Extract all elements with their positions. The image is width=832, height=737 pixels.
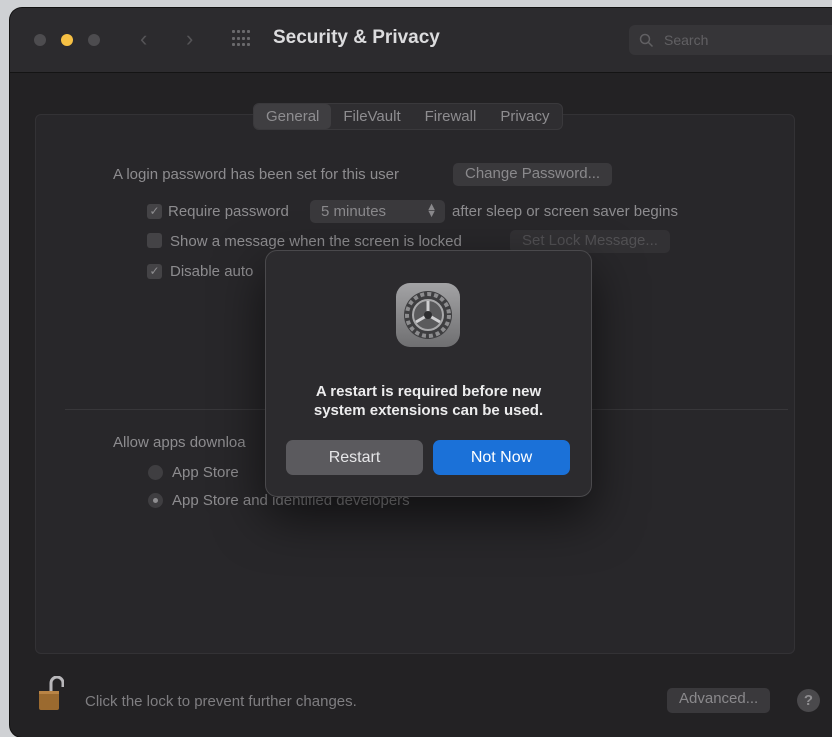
require-password-checkbox[interactable]: ✓ <box>147 204 162 219</box>
zoom-window-button[interactable] <box>88 34 100 46</box>
title-bar: ‹ › Security & Privacy Search <box>10 8 832 73</box>
tab-bar: General FileVault Firewall Privacy <box>253 103 563 130</box>
unlocked-padlock-icon[interactable] <box>38 676 64 712</box>
show-message-label: Show a message when the screen is locked <box>170 233 462 250</box>
search-icon <box>639 33 654 48</box>
help-button[interactable]: ? <box>797 689 820 712</box>
show-all-grid-icon[interactable] <box>232 30 252 48</box>
back-icon[interactable]: ‹ <box>140 26 147 52</box>
tab-filevault[interactable]: FileVault <box>331 104 412 129</box>
dialog-message-line-2: system extensions can be used. <box>313 402 544 419</box>
forward-icon[interactable]: › <box>186 26 193 52</box>
advanced-button[interactable]: Advanced... <box>667 688 771 713</box>
tab-general[interactable]: General <box>254 104 332 129</box>
window-title: Security & Privacy <box>273 27 440 48</box>
change-password-button[interactable]: Change Password... <box>453 163 613 186</box>
search-placeholder: Search <box>664 32 709 48</box>
dialog-message: A restart is required before new system … <box>266 382 591 420</box>
require-password-delay-select[interactable]: 5 minutes ▲ ▼ <box>310 200 445 223</box>
disable-auto-label: Disable auto <box>170 263 254 280</box>
select-value: 5 minutes <box>321 203 387 220</box>
show-message-checkbox[interactable] <box>147 233 162 248</box>
system-preferences-gear-icon <box>396 283 460 347</box>
tab-firewall[interactable]: Firewall <box>413 104 489 129</box>
lock-instructions: Click the lock to prevent further change… <box>85 693 357 710</box>
minimize-window-button[interactable] <box>61 34 73 46</box>
radio-app-store-label: App Store <box>172 464 239 481</box>
disable-auto-checkbox[interactable]: ✓ <box>147 264 162 279</box>
dialog-message-line-1: A restart is required before new <box>315 383 542 400</box>
allow-apps-label: Allow apps downloa <box>113 434 246 451</box>
login-password-label: A login password has been set for this u… <box>113 166 399 183</box>
search-field[interactable]: Search <box>629 25 832 55</box>
not-now-button[interactable]: Not Now <box>433 440 570 475</box>
require-password-label: Require password <box>168 203 289 220</box>
require-password-suffix: after sleep or screen saver begins <box>452 203 678 220</box>
radio-app-store-identified[interactable] <box>148 493 163 508</box>
close-window-button[interactable] <box>34 34 46 46</box>
tab-privacy[interactable]: Privacy <box>488 104 561 129</box>
restart-button[interactable]: Restart <box>286 440 423 475</box>
radio-app-store[interactable] <box>148 465 163 480</box>
up-down-chevron-icon: ▲ ▼ <box>426 201 437 220</box>
restart-alert-dialog: A restart is required before new system … <box>265 250 592 497</box>
